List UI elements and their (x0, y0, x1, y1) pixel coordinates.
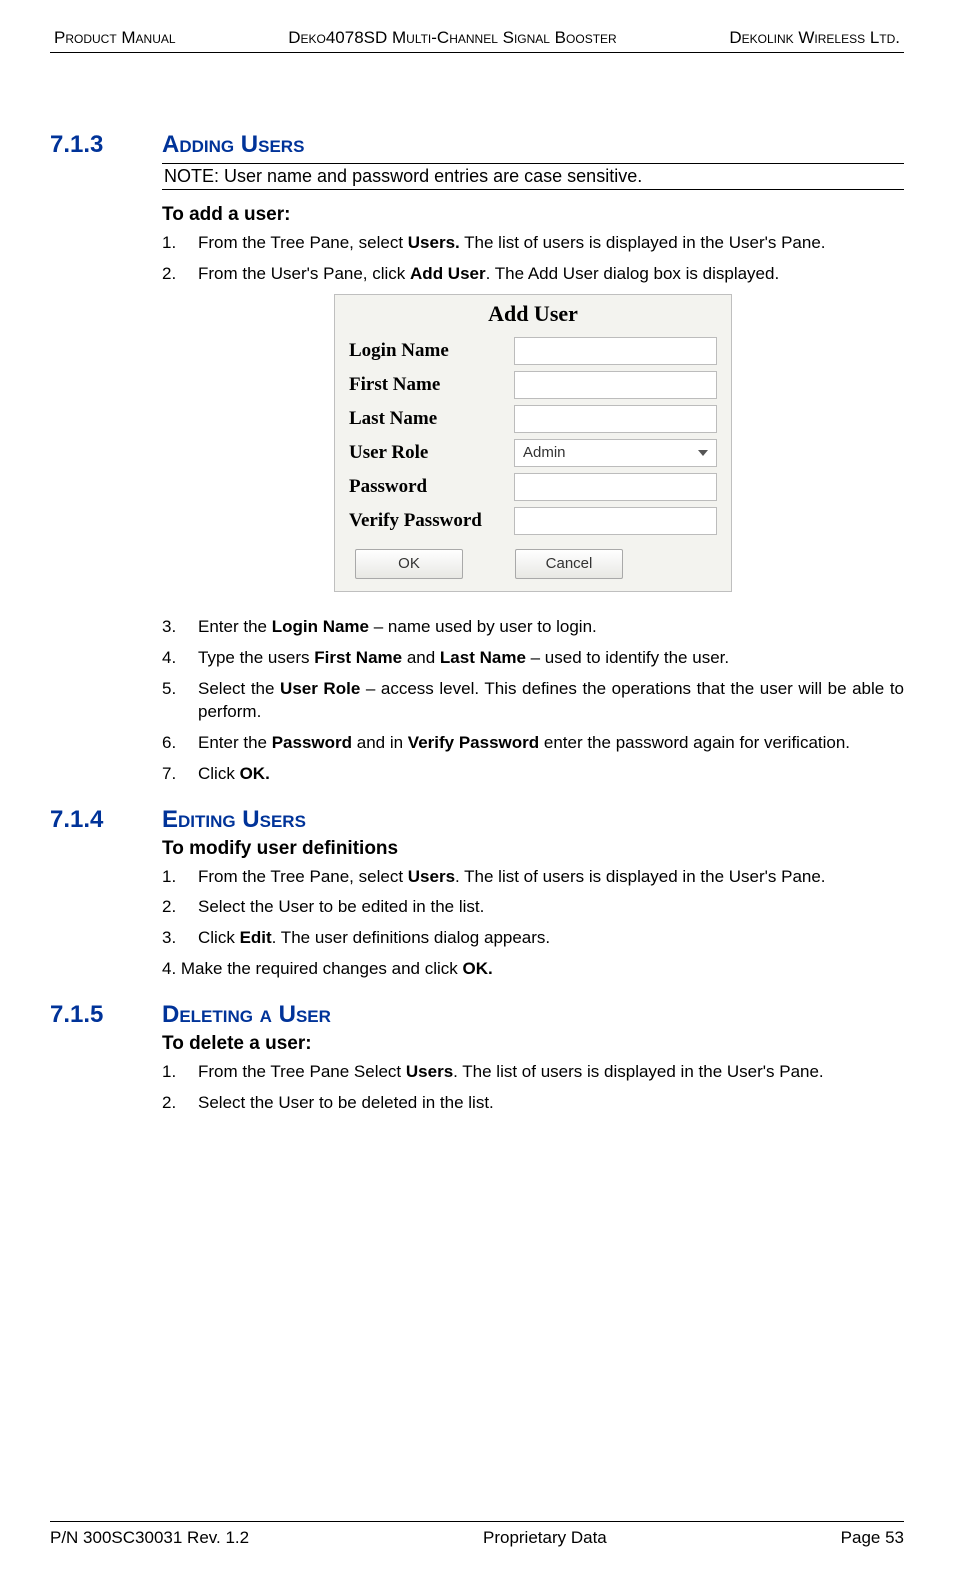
first-name-label: First Name (349, 374, 514, 396)
add-user-steps-cont: Enter the Login Name – name used by user… (162, 616, 904, 786)
last-name-label: Last Name (349, 408, 514, 430)
page-footer: P/N 300SC30031 Rev. 1.2 Proprietary Data… (50, 1521, 904, 1548)
section-title-715: Deleting a User (162, 1001, 331, 1029)
section-title-713: Adding Users (162, 131, 304, 159)
footer-center: Proprietary Data (483, 1528, 607, 1548)
del-step-1: From the Tree Pane Select Users. The lis… (162, 1061, 904, 1084)
login-name-label: Login Name (349, 340, 514, 362)
login-name-input[interactable] (514, 337, 717, 365)
section-title-714: Editing Users (162, 806, 306, 834)
edit-user-heading: To modify user definitions (162, 838, 904, 860)
verify-password-input[interactable] (514, 507, 717, 535)
edit-step-1: From the Tree Pane, select Users. The li… (162, 866, 904, 889)
add-step-5: Select the User Role – access level. Thi… (162, 678, 904, 724)
user-role-label: User Role (349, 442, 514, 464)
edit-user-steps: From the Tree Pane, select Users. The li… (162, 866, 904, 951)
header-right: Dekolink Wireless Ltd. (729, 28, 900, 48)
page-header: Product Manual Deko4078SD Multi-Channel … (50, 28, 904, 53)
footer-right: Page 53 (841, 1528, 904, 1548)
delete-user-steps: From the Tree Pane Select Users. The lis… (162, 1061, 904, 1115)
user-role-value: Admin (523, 444, 566, 461)
add-step-7: Click OK. (162, 763, 904, 786)
section-number-715: 7.1.5 (50, 1001, 162, 1029)
password-label: Password (349, 476, 514, 498)
add-user-steps: From the Tree Pane, select Users. The li… (162, 232, 904, 286)
add-user-heading: To add a user: (162, 204, 904, 226)
edit-step-4: 4. Make the required changes and click O… (162, 958, 904, 981)
edit-step-2: Select the User to be edited in the list… (162, 896, 904, 919)
dialog-title: Add User (335, 295, 731, 337)
add-step-1: From the Tree Pane, select Users. The li… (162, 232, 904, 255)
note-box: NOTE: User name and password entries are… (162, 163, 904, 190)
add-step-4: Type the users First Name and Last Name … (162, 647, 904, 670)
user-role-select[interactable]: Admin (514, 439, 717, 467)
chevron-down-icon (698, 450, 708, 456)
cancel-button[interactable]: Cancel (515, 549, 623, 579)
verify-password-label: Verify Password (349, 510, 514, 532)
header-center: Deko4078SD Multi-Channel Signal Booster (288, 28, 616, 48)
add-user-dialog: Add User Login Name First Name Last Name (334, 294, 732, 592)
header-left: Product Manual (54, 28, 176, 48)
section-number-714: 7.1.4 (50, 806, 162, 834)
edit-step-3: Click Edit. The user definitions dialog … (162, 927, 904, 950)
password-input[interactable] (514, 473, 717, 501)
ok-button[interactable]: OK (355, 549, 463, 579)
del-step-2: Select the User to be deleted in the lis… (162, 1092, 904, 1115)
add-step-6: Enter the Password and in Verify Passwor… (162, 732, 904, 755)
last-name-input[interactable] (514, 405, 717, 433)
first-name-input[interactable] (514, 371, 717, 399)
add-step-2: From the User's Pane, click Add User. Th… (162, 263, 904, 286)
section-number-713: 7.1.3 (50, 131, 162, 159)
add-step-3: Enter the Login Name – name used by user… (162, 616, 904, 639)
footer-left: P/N 300SC30031 Rev. 1.2 (50, 1528, 249, 1548)
delete-user-heading: To delete a user: (162, 1033, 904, 1055)
